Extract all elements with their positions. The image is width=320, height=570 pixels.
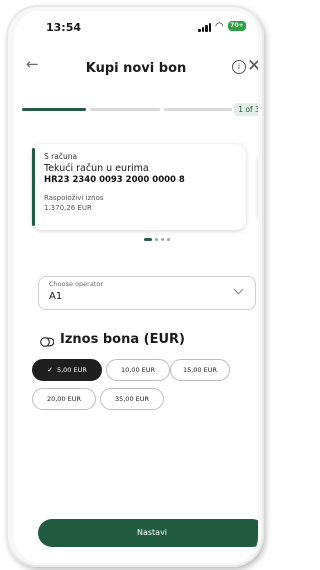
from-account-label: S računa xyxy=(44,152,78,161)
carousel-dot xyxy=(167,238,170,241)
progress-step-3 xyxy=(164,108,232,111)
amount-chip-20[interactable]: 20,00 EUR xyxy=(32,388,96,410)
close-icon[interactable]: ✕ xyxy=(247,56,258,76)
status-time: 13:54 xyxy=(46,21,82,34)
card-accent xyxy=(32,148,35,226)
carousel-dot xyxy=(155,238,158,241)
amount-chip-label: 15,00 EUR xyxy=(182,366,218,374)
available-label: Raspoloživi iznos xyxy=(44,194,104,202)
carousel-dot xyxy=(161,238,164,241)
battery-icon: 70+ xyxy=(228,21,246,31)
signal-icon xyxy=(198,23,212,32)
continue-button[interactable]: Nastavi xyxy=(38,519,258,547)
amount-chip-label: 35,00 EUR xyxy=(114,395,150,403)
amount-chip-label: 5,00 EUR xyxy=(56,366,87,374)
chevron-down-icon xyxy=(233,284,244,295)
available-amount: 1.370,26 EUR xyxy=(44,204,92,212)
progress-step-2 xyxy=(90,108,160,111)
amount-chip-10[interactable]: 10,00 EUR xyxy=(106,359,170,381)
status-bar: 13:54 ◠ 70+ xyxy=(14,11,258,39)
info-icon[interactable]: i xyxy=(232,60,246,74)
wifi-icon: ◠ xyxy=(215,21,224,32)
check-icon: ✓ xyxy=(47,366,53,374)
operator-select-label: Choose operator xyxy=(49,280,104,288)
amount-chip-label: 10,00 EUR xyxy=(120,366,156,374)
operator-select-value: A1 xyxy=(49,291,63,302)
app-screen: 13:54 ◠ 70+ ← Kupi novi bon i ✕ 1 of 3 S… xyxy=(14,11,258,563)
operator-select[interactable]: Choose operator A1 xyxy=(38,276,256,310)
amount-section-title: Iznos bona (EUR) xyxy=(60,332,185,347)
account-card[interactable]: S računa Tekući račun u eurima HR23 2340… xyxy=(32,144,246,230)
step-badge: 1 of 3 xyxy=(234,103,258,116)
amount-chip-15[interactable]: 15,00 EUR xyxy=(170,359,230,381)
phone-frame: 13:54 ◠ 70+ ← Kupi novi bon i ✕ 1 of 3 S… xyxy=(6,5,264,567)
carousel-dot-active xyxy=(144,238,152,241)
account-iban: HR23 2340 0093 2000 0000 8 xyxy=(44,175,185,185)
coins-icon xyxy=(40,337,54,347)
amount-chip-35[interactable]: 35,00 EUR xyxy=(100,388,164,410)
amount-chip-label: 20,00 EUR xyxy=(46,395,82,403)
page-title: Kupi novi bon xyxy=(85,61,187,76)
account-name: Tekući račun u eurima xyxy=(44,163,149,174)
amount-chip-5[interactable]: ✓ 5,00 EUR xyxy=(32,359,102,381)
progress-step-1 xyxy=(22,108,86,111)
